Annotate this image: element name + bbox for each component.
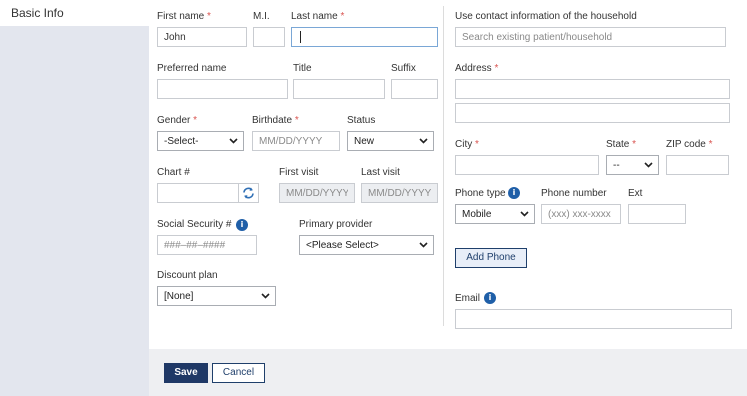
last-visit-input (361, 183, 438, 203)
info-icon[interactable]: i (508, 187, 520, 199)
chevron-down-icon (229, 138, 238, 144)
mi-label: M.I. (253, 11, 270, 22)
ext-input[interactable] (628, 204, 686, 224)
add-phone-button[interactable]: Add Phone (455, 248, 527, 268)
refresh-chart-button[interactable] (238, 183, 259, 203)
ext-label: Ext (628, 188, 643, 199)
last-name-input[interactable] (291, 27, 438, 47)
tab-basic-info[interactable]: Basic Info (0, 0, 149, 26)
title-label: Title (293, 63, 312, 74)
last-visit-label: Last visit (361, 167, 400, 178)
status-label: Status (347, 115, 376, 126)
ssn-input[interactable] (157, 235, 257, 255)
chart-label: Chart # (157, 167, 190, 178)
last-name-label: Last name * (291, 11, 345, 22)
primary-provider-label: Primary provider (299, 219, 373, 230)
column-divider (443, 6, 444, 326)
status-select[interactable]: New (347, 131, 434, 151)
email-label: Email (455, 293, 481, 304)
first-visit-label: First visit (279, 167, 319, 178)
info-icon[interactable]: i (484, 292, 496, 304)
gender-label: Gender * (157, 115, 198, 126)
chevron-down-icon (419, 242, 428, 248)
cancel-button[interactable]: Cancel (212, 363, 265, 383)
first-name-input[interactable] (157, 27, 247, 47)
zip-input[interactable] (666, 155, 729, 175)
ssn-label: Social Security # (157, 219, 232, 230)
address-label: Address * (455, 63, 499, 74)
primary-provider-select[interactable]: <Please Select> (299, 235, 434, 255)
refresh-icon (243, 187, 254, 199)
title-input[interactable] (293, 79, 385, 99)
phone-type-label: Phone type (455, 188, 506, 199)
gender-select[interactable]: -Select- (157, 131, 244, 151)
discount-plan-label: Discount plan (157, 270, 218, 281)
mi-input[interactable] (253, 27, 285, 47)
state-select[interactable]: -- (606, 155, 659, 175)
zip-label: ZIP code * (666, 139, 713, 150)
phone-number-label: Phone number (541, 188, 607, 199)
first-visit-input (279, 183, 355, 203)
chart-input[interactable] (157, 183, 239, 203)
chevron-down-icon (419, 138, 428, 144)
sidebar: Basic Info (0, 0, 149, 396)
chevron-down-icon (261, 293, 270, 299)
phone-type-select[interactable]: Mobile (455, 204, 535, 224)
birthdate-input[interactable] (252, 131, 340, 151)
text-cursor (300, 31, 301, 43)
discount-plan-select[interactable]: [None] (157, 286, 276, 306)
save-button[interactable]: Save (164, 363, 208, 383)
chevron-down-icon (520, 211, 529, 217)
address-line2-input[interactable] (455, 103, 730, 123)
suffix-input[interactable] (391, 79, 438, 99)
address-line1-input[interactable] (455, 79, 730, 99)
first-name-label: First name * (157, 11, 211, 22)
suffix-label: Suffix (391, 63, 416, 74)
preferred-name-input[interactable] (157, 79, 288, 99)
city-label: City * (455, 139, 479, 150)
phone-number-input[interactable] (541, 204, 621, 224)
info-icon[interactable]: i (236, 219, 248, 231)
city-input[interactable] (455, 155, 599, 175)
birthdate-label: Birthdate * (252, 115, 299, 126)
household-label: Use contact information of the household (455, 11, 637, 22)
preferred-name-label: Preferred name (157, 63, 227, 74)
state-label: State * (606, 139, 637, 150)
email-input[interactable] (455, 309, 732, 329)
household-search-input[interactable] (455, 27, 726, 47)
chevron-down-icon (644, 162, 653, 168)
